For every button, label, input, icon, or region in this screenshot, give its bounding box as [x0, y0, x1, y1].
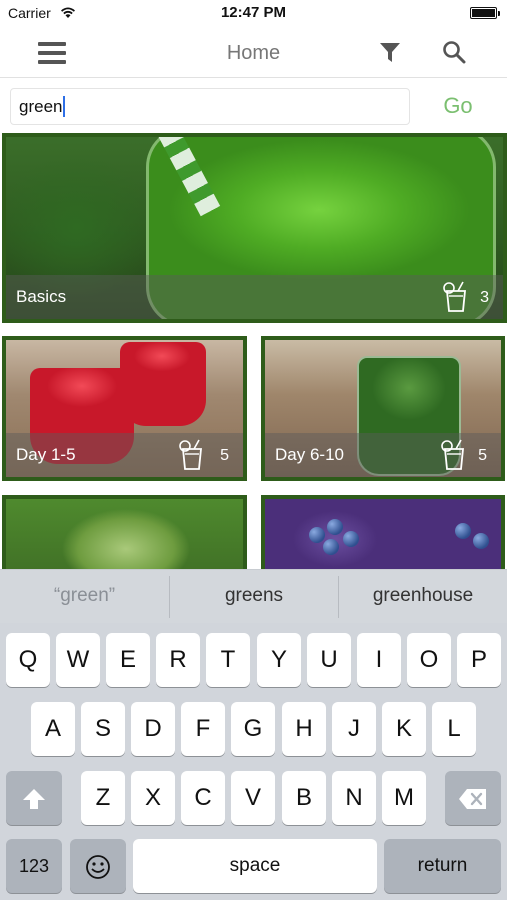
key-d[interactable]: D — [131, 702, 175, 756]
tile-count: 3 — [480, 289, 489, 306]
suggestion-greenhouse[interactable]: greenhouse — [339, 570, 507, 624]
smoothie-glass-icon — [443, 281, 466, 312]
go-button[interactable]: Go — [430, 89, 486, 123]
key-p[interactable]: P — [457, 633, 501, 687]
key-g[interactable]: G — [231, 702, 275, 756]
key-i[interactable]: I — [357, 633, 401, 687]
numbers-key[interactable]: 123 — [6, 839, 62, 893]
smoothie-glass-icon — [441, 439, 464, 470]
smoothie-glass-icon — [179, 439, 202, 470]
key-r[interactable]: R — [156, 633, 200, 687]
blueberry — [455, 523, 471, 539]
navigation-bar: Home — [0, 28, 507, 78]
key-f[interactable]: F — [181, 702, 225, 756]
tile-label: Day 6-10 — [275, 445, 344, 464]
tile-caption: Basics 3 — [6, 275, 503, 319]
return-key[interactable]: return — [384, 839, 501, 893]
tile-kale-smoothie[interactable] — [2, 495, 247, 569]
blueberry — [323, 539, 339, 555]
shift-arrow-icon — [23, 789, 45, 810]
backspace-icon — [459, 789, 486, 810]
page-title: Home — [226, 42, 281, 64]
onscreen-keyboard: Q W E R T Y U I O P A S D F G H J K L Z … — [0, 623, 507, 900]
tile-berry-smoothie[interactable] — [261, 495, 505, 569]
tile-day-6-10[interactable]: Day 6-10 5 — [261, 336, 505, 481]
key-h[interactable]: H — [282, 702, 326, 756]
suggestion-literal[interactable]: “green” — [0, 570, 169, 624]
key-j[interactable]: J — [332, 702, 376, 756]
battery-icon — [470, 7, 500, 19]
key-o[interactable]: O — [407, 633, 451, 687]
search-bar: Go — [0, 79, 507, 133]
backspace-key[interactable] — [445, 771, 501, 825]
blueberry — [309, 527, 325, 543]
key-y[interactable]: Y — [257, 633, 301, 687]
key-s[interactable]: S — [81, 702, 125, 756]
key-x[interactable]: X — [131, 771, 175, 825]
key-c[interactable]: C — [181, 771, 225, 825]
key-n[interactable]: N — [332, 771, 376, 825]
key-u[interactable]: U — [307, 633, 351, 687]
clock: 12:47 PM — [220, 4, 287, 21]
plan-grid: Basics 3 Day 1-5 5 Day 6-10 5 — [0, 133, 507, 569]
text-cursor — [63, 96, 65, 117]
suggestion-greens[interactable]: greens — [170, 570, 338, 624]
funnel-filter-icon[interactable] — [378, 40, 402, 64]
emoji-key[interactable] — [70, 839, 126, 893]
key-t[interactable]: T — [206, 633, 250, 687]
key-q[interactable]: Q — [6, 633, 50, 687]
tile-label: Basics — [16, 287, 67, 306]
key-e[interactable]: E — [106, 633, 150, 687]
tile-caption: Day 1-5 5 — [6, 433, 243, 477]
blueberry — [473, 533, 489, 549]
shift-key[interactable] — [6, 771, 62, 825]
blueberry — [327, 519, 343, 535]
key-z[interactable]: Z — [81, 771, 125, 825]
key-m[interactable]: M — [382, 771, 426, 825]
key-v[interactable]: V — [231, 771, 275, 825]
search-input[interactable] — [10, 88, 410, 125]
tile-label: Day 1-5 — [16, 445, 76, 464]
blueberry — [343, 531, 359, 547]
tile-count: 5 — [478, 447, 487, 464]
key-b[interactable]: B — [282, 771, 326, 825]
space-key[interactable]: space — [133, 839, 377, 893]
tile-basics[interactable]: Basics 3 — [2, 133, 507, 323]
key-l[interactable]: L — [432, 702, 476, 756]
key-a[interactable]: A — [31, 702, 75, 756]
magnifier-search-icon[interactable] — [442, 40, 466, 64]
tile-day-1-5[interactable]: Day 1-5 5 — [2, 336, 247, 481]
status-bar: Carrier 12:47 PM — [0, 0, 507, 28]
emoji-smiley-icon — [86, 855, 110, 880]
tile-count: 5 — [220, 447, 229, 464]
autocorrect-suggestion-bar: “green” greens greenhouse — [0, 569, 507, 623]
key-w[interactable]: W — [56, 633, 100, 687]
tile-caption: Day 6-10 5 — [265, 433, 501, 477]
key-k[interactable]: K — [382, 702, 426, 756]
